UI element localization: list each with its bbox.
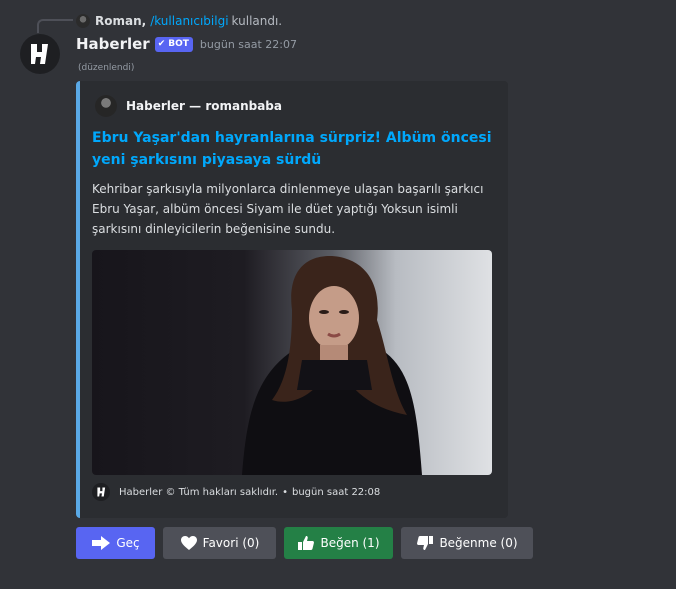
favorite-button[interactable]: Favori (0) bbox=[163, 527, 276, 559]
news-embed: Haberler — romanbaba Ebru Yaşar'dan hayr… bbox=[76, 81, 508, 518]
like-button[interactable]: Beğen (1) bbox=[284, 527, 393, 559]
embed-footer: Haberler © Tüm hakları saklıdır. • bugün… bbox=[92, 483, 380, 501]
reply-connector bbox=[37, 19, 73, 33]
like-button-label: Beğen (1) bbox=[320, 536, 380, 550]
reply-reference[interactable]: Roman, /kullanıcıbilgi kullandı. bbox=[76, 12, 282, 30]
message-timestamp[interactable]: bugün saat 22:07 bbox=[200, 38, 297, 51]
thumbs-up-icon bbox=[298, 536, 315, 550]
edited-label: (düzenlendi) bbox=[78, 63, 135, 73]
footer-text: Haberler © Tüm hakları saklıdır. bbox=[119, 486, 279, 498]
dislike-button[interactable]: Beğenme (0) bbox=[401, 527, 533, 559]
embed-author-name: Haberler — romanbaba bbox=[126, 99, 282, 113]
embed-description: Kehribar şarkısıyla milyonlarca dinlenme… bbox=[92, 182, 484, 236]
skip-button-label: Geç bbox=[116, 536, 140, 550]
footer-logo-icon bbox=[92, 483, 110, 501]
favorite-button-label: Favori (0) bbox=[202, 536, 260, 550]
author-name[interactable]: Haberler bbox=[76, 35, 150, 53]
news-photo-illustration bbox=[242, 255, 422, 475]
message-header: Haberler ✔ BOT bugün saat 22:07 bbox=[76, 35, 297, 53]
embed-author: Haberler — romanbaba bbox=[95, 95, 282, 117]
dislike-button-label: Beğenme (0) bbox=[439, 536, 518, 550]
bot-badge: ✔ BOT bbox=[154, 36, 193, 52]
reply-command-link[interactable]: /kullanıcıbilgi bbox=[150, 14, 228, 28]
skip-button[interactable]: Geç bbox=[76, 527, 155, 559]
embed-title[interactable]: Ebru Yaşar'dan hayranlarına sürpriz! Alb… bbox=[92, 127, 492, 171]
embed-image[interactable] bbox=[92, 250, 492, 475]
heart-icon bbox=[180, 536, 197, 550]
reply-avatar[interactable] bbox=[76, 14, 90, 28]
verified-check-icon: ✔ bbox=[157, 39, 166, 49]
arrow-right-icon bbox=[92, 536, 111, 550]
footer-timestamp: bugün saat 22:08 bbox=[291, 486, 381, 498]
bot-avatar[interactable] bbox=[20, 34, 60, 74]
action-buttons: Geç Favori (0) Beğen (1) Beğenme (0) bbox=[76, 527, 541, 559]
thumbs-down-icon bbox=[417, 536, 434, 550]
reply-used-text: kullandı. bbox=[231, 14, 283, 28]
haberler-logo-icon bbox=[31, 44, 48, 64]
bot-badge-label: BOT bbox=[168, 39, 189, 49]
reply-username[interactable]: Roman, bbox=[95, 14, 146, 28]
footer-separator: • bbox=[282, 486, 288, 498]
embed-author-avatar bbox=[95, 95, 117, 117]
